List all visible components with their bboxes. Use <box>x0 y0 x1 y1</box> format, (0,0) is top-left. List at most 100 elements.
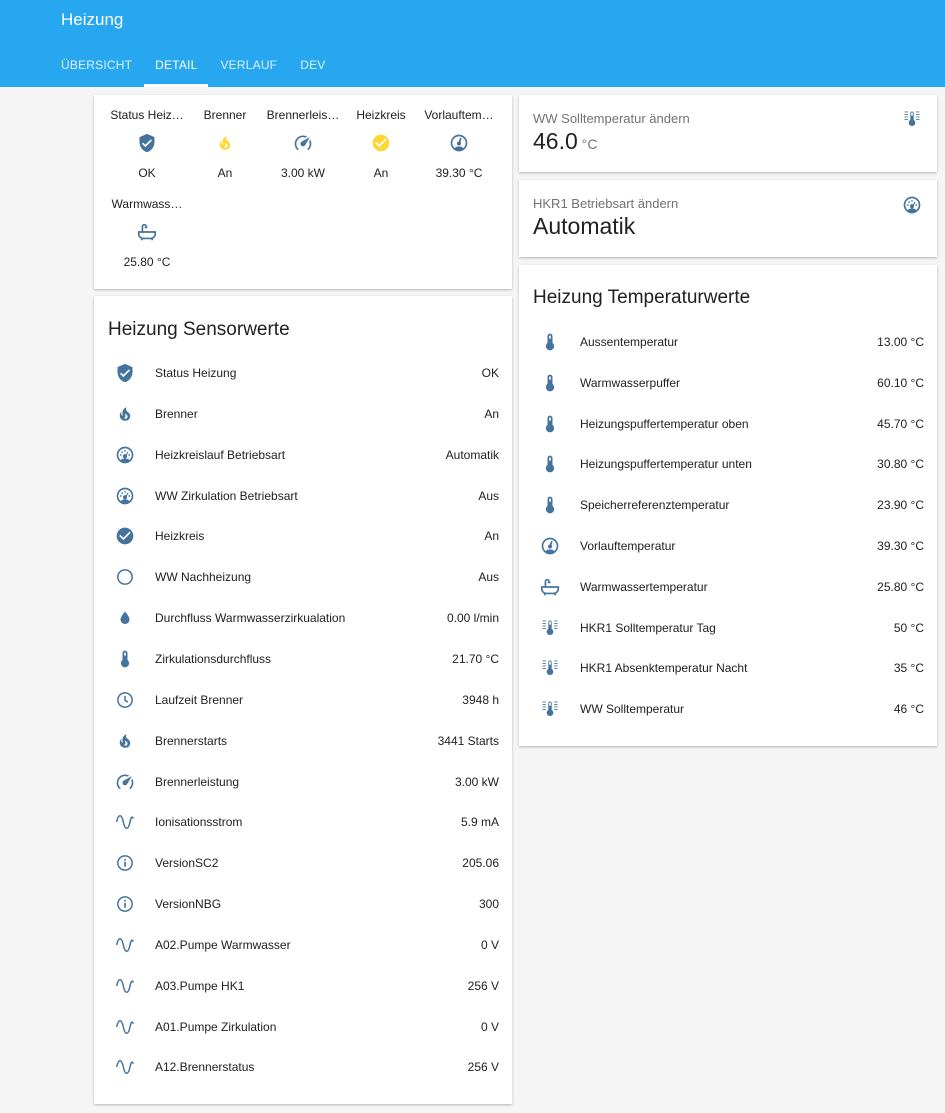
sensor-card-name: HKR1 Betriebsart ändern <box>533 196 679 211</box>
entity-row[interactable]: Warmwassertemperatur 25.80 °C <box>539 576 924 598</box>
info-icon <box>114 853 136 873</box>
entity-row[interactable]: Status Heizung OK <box>114 362 499 384</box>
entity-row[interactable]: WW Nachheizung Aus <box>114 566 499 588</box>
glance-item[interactable]: Brenner An <box>186 107 264 181</box>
entity-row[interactable]: Speicherreferenztemperatur 23.90 °C <box>539 494 924 516</box>
entity-name: Heizkreislauf Betriebsart <box>155 447 286 462</box>
glance-item-state: 3.00 kW <box>280 166 325 180</box>
entity-row[interactable]: Laufzeit Brenner 3948 h <box>114 689 499 711</box>
entity-row[interactable]: Aussentemperatur 13.00 °C <box>539 331 924 353</box>
check-circle-icon <box>114 526 136 546</box>
tab-dev[interactable]: DEV <box>300 58 325 86</box>
entity-row[interactable]: A03.Pumpe HK1 256 V <box>114 975 499 997</box>
fire-icon <box>186 131 264 155</box>
entity-row[interactable]: WW Zirkulation Betriebsart Aus <box>114 485 499 507</box>
entity-name: Zirkulationsdurchfluss <box>155 651 272 666</box>
thermometer-icon <box>539 332 561 352</box>
check-circle-icon <box>342 131 420 155</box>
bathtub-icon <box>108 220 186 244</box>
entity-name: Ionisationsstrom <box>155 815 243 830</box>
glance-item[interactable]: Status Heiz… OK <box>108 107 186 181</box>
ww-solltemperatur-card[interactable]: WW Solltemperatur ändern 46.0 °C <box>519 95 937 172</box>
entity-value: 23.90 °C <box>877 498 924 513</box>
entity-row[interactable]: A01.Pumpe Zirkulation 0 V <box>114 1016 499 1038</box>
entity-name: VersionNBG <box>155 897 222 912</box>
tab-verlauf[interactable]: VERLAUF <box>220 58 277 86</box>
entity-row[interactable]: VersionSC2 205.06 <box>114 852 499 874</box>
entity-value: Aus <box>478 570 499 585</box>
tab-uebersicht[interactable]: ÜBERSICHT <box>61 58 132 86</box>
entity-value: 0 V <box>480 1019 499 1034</box>
entity-value: 25.80 °C <box>877 579 924 594</box>
entity-name: A01.Pumpe Zirkulation <box>155 1019 277 1034</box>
entity-value: 0.00 l/min <box>446 611 499 626</box>
entity-name: WW Zirkulation Betriebsart <box>155 488 298 503</box>
fire-icon <box>114 405 136 423</box>
entity-row[interactable]: Warmwasserpuffer 60.10 °C <box>539 372 924 394</box>
card-title: Heizung Temperaturwerte <box>533 287 751 308</box>
app-header: Heizung ÜBERSICHT DETAIL VERLAUF DEV <box>0 0 945 87</box>
entity-name: A02.Pumpe Warmwasser <box>155 937 291 952</box>
entity-value: Automatik <box>445 447 499 462</box>
entity-row[interactable]: Ionisationsstrom 5.9 mA <box>114 811 499 833</box>
speedometer-icon <box>114 772 136 792</box>
entity-name: Speicherreferenztemperatur <box>580 498 730 513</box>
entity-name: Heizungspuffertemperatur unten <box>580 457 752 472</box>
entity-row[interactable]: HKR1 Absenktemperatur Nacht 35 °C <box>539 657 924 679</box>
entity-name: WW Nachheizung <box>155 570 252 585</box>
hkr1-betriebsart-card[interactable]: HKR1 Betriebsart ändern Automatik <box>519 180 937 257</box>
gauge-circle-icon <box>114 445 136 465</box>
entity-value: 3.00 kW <box>454 774 499 789</box>
glance-item[interactable]: Heizkreis An <box>342 107 420 181</box>
entity-value: 21.70 °C <box>452 651 499 666</box>
thermometer-icon <box>539 373 561 393</box>
bathtub-icon <box>539 576 561 598</box>
sine-wave-icon <box>114 1017 136 1037</box>
entity-name: Brennerstarts <box>155 733 228 748</box>
glance-item[interactable]: Vorlauftem… 39.30 °C <box>420 107 498 181</box>
sine-wave-icon <box>114 976 136 996</box>
entity-name: VersionSC2 <box>155 856 219 871</box>
entity-row[interactable]: Brennerleistung 3.00 kW <box>114 771 499 793</box>
glance-item-state: An <box>373 166 389 180</box>
entity-value: 60.10 °C <box>877 375 924 390</box>
sensor-card-unit: °C <box>581 136 598 152</box>
entity-value: Aus <box>478 488 499 503</box>
entity-row[interactable]: Vorlauftemperatur 39.30 °C <box>539 535 924 557</box>
thermometer-icon <box>539 414 561 434</box>
glance-item-name: Brennerleis… <box>266 108 340 122</box>
entity-row[interactable]: HKR1 Solltemperatur Tag 50 °C <box>539 617 924 639</box>
entity-row[interactable]: Heizkreislauf Betriebsart Automatik <box>114 444 499 466</box>
glance-item[interactable]: Warmwass… 25.80 °C <box>108 196 186 270</box>
entity-row[interactable]: A02.Pumpe Warmwasser 0 V <box>114 934 499 956</box>
entity-value: 46 °C <box>893 702 924 717</box>
entity-row[interactable]: WW Solltemperatur 46 °C <box>539 698 924 720</box>
entity-value: 35 °C <box>893 661 924 676</box>
entity-row[interactable]: Brenner An <box>114 403 499 425</box>
entity-value: 256 V <box>467 978 499 993</box>
glance-item-name: Vorlauftem… <box>424 108 494 122</box>
entity-value: 50 °C <box>893 620 924 635</box>
entity-row[interactable]: Durchfluss Warmwasserzirkualation 0.00 l/… <box>114 607 499 629</box>
entity-row[interactable]: A12.Brennerstatus 256 V <box>114 1056 499 1078</box>
entity-row[interactable]: Heizungspuffertemperatur oben 45.70 °C <box>539 413 924 435</box>
entity-row[interactable]: Brennerstarts 3441 Starts <box>114 730 499 752</box>
sine-wave-icon <box>114 935 136 955</box>
glance-item[interactable]: Brennerleis… 3.00 kW <box>264 107 342 181</box>
entity-row[interactable]: VersionNBG 300 <box>114 893 499 915</box>
thermometer-lines-icon <box>539 618 561 638</box>
shield-check-icon <box>114 363 136 383</box>
tab-detail[interactable]: DETAIL <box>144 58 209 87</box>
entity-row[interactable]: Zirkulationsdurchfluss 21.70 °C <box>114 648 499 670</box>
entity-name: Aussentemperatur <box>580 335 679 349</box>
entity-row[interactable]: Heizkreis An <box>114 525 499 547</box>
glance-item-name: Status Heiz… <box>110 108 184 122</box>
glance-item-name: Brenner <box>203 108 247 122</box>
entity-name: Brenner <box>155 406 198 421</box>
glance-item-state: 25.80 °C <box>123 255 171 269</box>
entity-row[interactable]: Heizungspuffertemperatur unten 30.80 °C <box>539 453 924 475</box>
entity-name: Vorlauftemperatur <box>580 539 676 553</box>
sensor-card-name: WW Solltemperatur ändern <box>533 111 690 126</box>
thermometer-icon <box>539 495 561 515</box>
entity-value: 5.9 mA <box>460 815 499 830</box>
